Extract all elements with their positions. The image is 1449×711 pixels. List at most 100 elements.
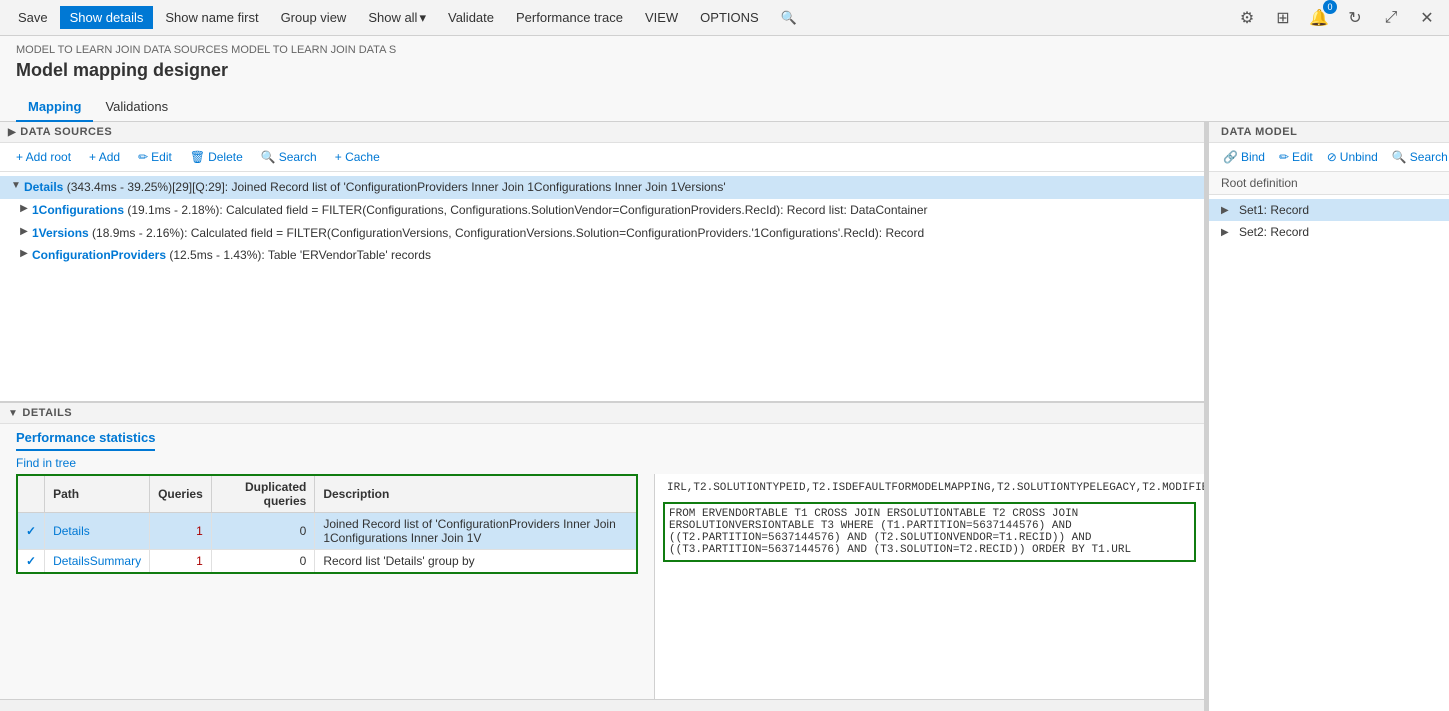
unbind-label: Unbind xyxy=(1340,150,1378,164)
open-external-button[interactable]: ⤢ xyxy=(1377,4,1405,32)
table-row[interactable]: ✓ DetailsSummary 1 0 Record list 'Detail… xyxy=(17,550,637,574)
show-details-button[interactable]: Show details xyxy=(60,6,154,29)
tab-mapping[interactable]: Mapping xyxy=(16,93,93,122)
notification-badge: 🔔 0 xyxy=(1305,4,1333,32)
group-view-button[interactable]: Group view xyxy=(271,6,357,29)
data-sources-section: ▶ DATA SOURCES + Add root + Add ✏ Edit 🗑 xyxy=(0,122,1204,401)
col-path: Path xyxy=(45,475,150,513)
show-all-label: Show all xyxy=(368,10,417,25)
row2-queries: 1 xyxy=(150,550,212,574)
row1-desc: Joined Record list of 'ConfigurationProv… xyxy=(315,513,637,550)
bottom-content: Path Queries Duplicated queries Descript… xyxy=(0,474,1204,699)
row2-dup: 0 xyxy=(211,550,315,574)
tree-toggle-1configurations[interactable]: ▶ xyxy=(16,203,32,214)
close-button[interactable]: ✕ xyxy=(1413,4,1441,32)
path-link-details[interactable]: Details xyxy=(53,524,90,538)
cache-button[interactable]: + Cache xyxy=(327,147,388,167)
dm-item-set1[interactable]: ▶ Set1: Record xyxy=(1209,199,1449,221)
edit-icon: ✏ xyxy=(138,150,148,164)
details-label: DETAILS xyxy=(22,407,72,419)
toolbar-right: ⚙ ⊞ 🔔 0 ↻ ⤢ ✕ xyxy=(1233,4,1441,32)
col-description: Description xyxy=(315,475,637,513)
find-in-tree-link[interactable]: Find in tree xyxy=(16,456,76,470)
horizontal-scrollbar[interactable] xyxy=(0,699,1204,711)
row1-check: ✓ xyxy=(17,513,45,550)
path-link-details-summary[interactable]: DetailsSummary xyxy=(53,554,141,568)
dm-toggle-set2[interactable]: ▶ xyxy=(1221,227,1235,238)
performance-trace-button[interactable]: Performance trace xyxy=(506,6,633,29)
dm-edit-label: Edit xyxy=(1292,150,1313,164)
queries-count: 1 xyxy=(196,524,203,538)
add-button[interactable]: + Add xyxy=(81,147,128,167)
content-split: ▶ DATA SOURCES + Add root + Add ✏ Edit 🗑 xyxy=(0,122,1449,711)
add-root-button[interactable]: + Add root xyxy=(8,147,79,167)
dm-search-label: Search xyxy=(1410,150,1448,164)
details-header[interactable]: ▼ DETAILS xyxy=(0,403,1204,424)
refresh-button[interactable]: ↻ xyxy=(1341,4,1369,32)
perf-stats-title: Performance statistics xyxy=(16,430,155,451)
tree-label-configproviders: ConfigurationProviders (12.5ms - 1.43%):… xyxy=(32,247,1196,264)
row2-check: ✓ xyxy=(17,550,45,574)
right-panel: DATA MODEL 🔗 Bind ✏ Edit ⊘ Unbind 🔍 Sear… xyxy=(1209,122,1449,711)
row1-queries: 1 xyxy=(150,513,212,550)
row2-path[interactable]: DetailsSummary xyxy=(45,550,150,574)
page-title: Model mapping designer xyxy=(16,60,1433,81)
tree-item-1versions[interactable]: ▶ 1Versions (18.9ms - 2.16%): Calculated… xyxy=(0,222,1204,245)
sql-highlighted-text: FROM ERVENDORTABLE T1 CROSS JOIN ERSOLUT… xyxy=(663,502,1196,562)
col-check xyxy=(17,475,45,513)
dm-search-button[interactable]: 🔍 Search xyxy=(1386,147,1449,167)
notification-count: 0 xyxy=(1323,0,1337,14)
details-toggle-icon[interactable]: ▼ xyxy=(8,408,18,419)
view-button[interactable]: VIEW xyxy=(635,6,688,29)
dup-queries-count-2: 0 xyxy=(300,554,307,568)
delete-button[interactable]: 🗑 Delete xyxy=(182,147,251,167)
office-icon-button[interactable]: ⊞ xyxy=(1269,4,1297,32)
options-button[interactable]: OPTIONS xyxy=(690,6,769,29)
tree-item-1configurations[interactable]: ▶ 1Configurations (19.1ms - 2.18%): Calc… xyxy=(0,199,1204,222)
validate-button[interactable]: Validate xyxy=(438,6,504,29)
dm-toggle-set1[interactable]: ▶ xyxy=(1221,205,1235,216)
perf-title-bar: Performance statistics xyxy=(0,424,1204,451)
check-icon-2: ✓ xyxy=(26,554,36,568)
dm-search-icon: 🔍 xyxy=(1392,150,1407,164)
search-toolbar-button[interactable]: 🔍 xyxy=(771,6,807,30)
data-sources-toggle[interactable]: ▶ xyxy=(8,127,16,138)
tree-toggle-configproviders[interactable]: ▶ xyxy=(16,248,32,259)
save-button[interactable]: Save xyxy=(8,6,58,29)
root-definition: Root definition xyxy=(1209,172,1449,195)
unbind-icon: ⊘ xyxy=(1327,150,1337,164)
show-name-first-button[interactable]: Show name first xyxy=(155,6,268,29)
settings-icon-button[interactable]: ⚙ xyxy=(1233,4,1261,32)
tree-item-configproviders[interactable]: ▶ ConfigurationProviders (12.5ms - 1.43%… xyxy=(0,244,1204,267)
tree-label-1versions: 1Versions (18.9ms - 2.16%): Calculated f… xyxy=(32,225,1196,242)
dup-queries-count: 0 xyxy=(300,524,307,538)
tree-item-details[interactable]: ▼ Details Details (343.4ms - 39.25%)[29]… xyxy=(0,176,1204,199)
data-model-header: DATA MODEL xyxy=(1209,122,1449,143)
tree-toggle-1versions[interactable]: ▶ xyxy=(16,226,32,237)
header-area: MODEL TO LEARN JOIN DATA SOURCES MODEL T… xyxy=(0,36,1449,93)
row2-desc: Record list 'Details' group by xyxy=(315,550,637,574)
unbind-button[interactable]: ⊘ Unbind xyxy=(1321,147,1384,167)
dm-edit-button[interactable]: ✏ Edit xyxy=(1273,147,1319,167)
sql-section: IRL,T2.SOLUTIONTYPEID,T2.ISDEFAULTFORMOD… xyxy=(654,474,1204,699)
dm-label-set1: Set1: Record xyxy=(1239,203,1309,217)
show-all-button[interactable]: Show all ▾ xyxy=(358,6,436,30)
col-dup-queries: Duplicated queries xyxy=(211,475,315,513)
delete-label: Delete xyxy=(208,150,243,164)
toolbar: Save Show details Show name first Group … xyxy=(0,0,1449,36)
details-section: ▼ DETAILS Performance statistics Find in… xyxy=(0,401,1204,711)
main-container: MODEL TO LEARN JOIN DATA SOURCES MODEL T… xyxy=(0,36,1449,711)
bind-button[interactable]: 🔗 Bind xyxy=(1217,147,1271,167)
left-panel: ▶ DATA SOURCES + Add root + Add ✏ Edit 🗑 xyxy=(0,122,1205,711)
dm-item-set2[interactable]: ▶ Set2: Record xyxy=(1209,221,1449,243)
row1-dup: 0 xyxy=(211,513,315,550)
data-model-actions: 🔗 Bind ✏ Edit ⊘ Unbind 🔍 Search xyxy=(1209,143,1449,172)
row1-path[interactable]: Details xyxy=(45,513,150,550)
data-sources-action-bar: + Add root + Add ✏ Edit 🗑 Delete 🔍 Se xyxy=(0,143,1204,172)
edit-button[interactable]: ✏ Edit xyxy=(130,147,180,167)
left-content: ▶ DATA SOURCES + Add root + Add ✏ Edit 🗑 xyxy=(0,122,1204,711)
search-button[interactable]: 🔍 Search xyxy=(253,147,325,167)
table-row[interactable]: ✓ Details 1 0 Joined Record list of 'Con… xyxy=(17,513,637,550)
tab-validations[interactable]: Validations xyxy=(93,93,180,122)
tree-toggle-details[interactable]: ▼ xyxy=(8,180,24,191)
